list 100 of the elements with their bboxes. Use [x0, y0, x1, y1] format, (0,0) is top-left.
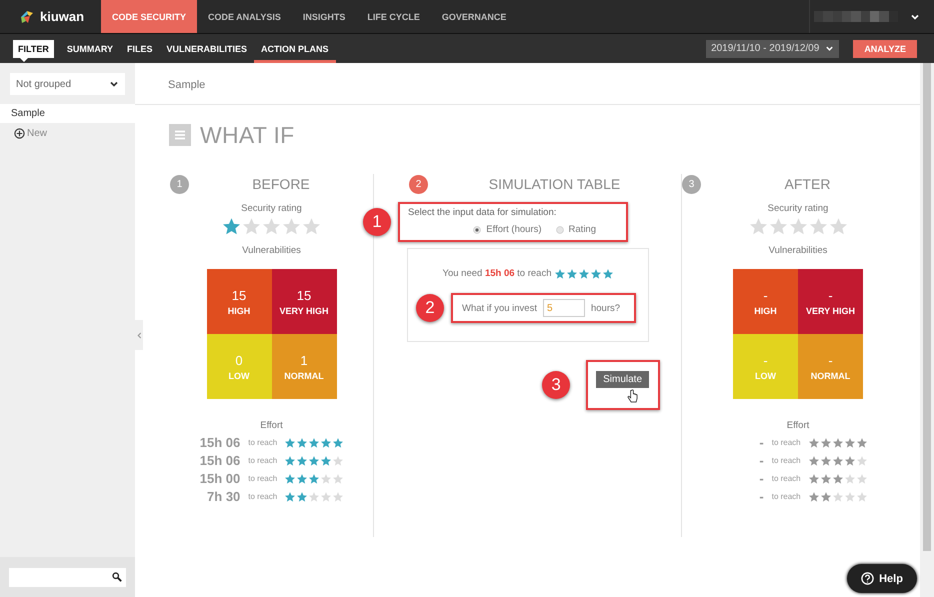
star-icon — [333, 438, 344, 448]
severity-count: - — [763, 352, 768, 368]
sub-nav-tab[interactable]: VULNERABILITIES — [160, 34, 254, 63]
to-reach-label: to reach — [772, 456, 801, 465]
scrollbar-thumb[interactable] — [923, 63, 931, 551]
star-icon — [820, 456, 831, 466]
radio-label[interactable]: Rating — [568, 224, 596, 235]
star-icon — [554, 268, 564, 278]
section-title: AFTER — [784, 176, 832, 192]
to-reach-label: to reach — [772, 492, 801, 501]
step-number: 2 — [409, 174, 428, 194]
breadcrumb-text: Sample — [168, 78, 206, 90]
radio-icon[interactable] — [556, 226, 564, 234]
nav-tab[interactable]: GOVERNANCE — [430, 0, 518, 33]
radio-icon[interactable] — [473, 226, 482, 234]
star-icon — [333, 492, 344, 502]
step-number: 3 — [682, 174, 701, 194]
simulate-button[interactable]: Simulate — [596, 371, 649, 388]
vulnerabilities-label: Vulnerabilities — [242, 245, 301, 256]
star-icon — [309, 456, 320, 466]
to-reach-label: to reach — [248, 492, 278, 501]
star-icon — [590, 268, 600, 278]
star-icon — [309, 474, 320, 484]
rating-label: Security rating — [241, 203, 302, 214]
help-button[interactable]: Help — [847, 564, 917, 593]
hours-label: hours? — [590, 302, 620, 314]
star-icon — [285, 456, 296, 466]
effort-time: - — [759, 471, 764, 486]
star-icon — [297, 438, 308, 448]
question-icon — [861, 572, 874, 585]
effort-time: 7h 30 — [206, 489, 240, 504]
to-reach-label: to reach — [248, 438, 278, 447]
add-circle-icon[interactable] — [14, 128, 25, 139]
search-field[interactable] — [9, 568, 126, 586]
star-icon — [856, 492, 867, 502]
sub-nav-tab[interactable]: SUMMARY — [60, 34, 120, 63]
callout-number: 1 — [363, 208, 391, 236]
vulnerabilities-label: Vulnerabilities — [768, 245, 828, 256]
pointer-icon — [20, 58, 28, 62]
step-number: 1 — [170, 174, 189, 194]
group-select[interactable]: Not grouped — [10, 73, 125, 95]
star-icon — [297, 492, 308, 502]
chevron-down-icon — [109, 79, 119, 89]
star-icon — [820, 474, 831, 484]
chevron-left-icon — [136, 332, 142, 338]
star-icon — [856, 456, 867, 466]
filter-button[interactable]: FILTER — [13, 40, 54, 58]
section-title: SIMULATION TABLE — [488, 176, 622, 192]
menu-icon[interactable] — [169, 124, 191, 146]
star-icon — [856, 438, 867, 448]
search-icon[interactable] — [112, 572, 122, 582]
star-icon — [321, 456, 332, 466]
star-icon — [297, 474, 308, 484]
star-icon — [810, 218, 826, 235]
star-icon — [820, 438, 831, 448]
effort-time: - — [759, 489, 764, 504]
star-icon — [303, 218, 320, 235]
star-icon — [602, 268, 612, 278]
severity-label: HIGH — [754, 306, 777, 316]
star-icon — [844, 456, 855, 466]
nav-tab[interactable]: INSIGHTS — [292, 0, 356, 33]
invest-label: What if you invest — [462, 302, 537, 314]
rating-label: Security rating — [768, 203, 828, 214]
star-icon — [578, 268, 588, 278]
severity-label: VERY HIGH — [279, 306, 328, 316]
star-icon — [820, 492, 831, 502]
star-icon — [750, 218, 766, 235]
star-icon — [832, 492, 843, 502]
sub-nav-tab[interactable]: FILES — [120, 34, 160, 63]
nav-tab[interactable]: CODE ANALYSIS — [197, 0, 292, 33]
star-icon — [566, 268, 576, 278]
star-icon — [808, 492, 819, 502]
star-icon — [844, 474, 855, 484]
star-icon — [285, 474, 296, 484]
severity-label: VERY HIGH — [806, 306, 855, 316]
hand-cursor-icon — [627, 389, 638, 404]
severity-label: NORMAL — [810, 370, 850, 380]
date-range-select[interactable]: 2019/11/10 - 2019/12/09 — [706, 40, 840, 58]
logo-text: kiuwan — [40, 9, 84, 24]
effort-label: Effort — [260, 420, 283, 431]
star-icon — [321, 438, 332, 448]
radio-label[interactable]: Effort (hours) — [486, 224, 542, 235]
chevron-down-icon — [825, 44, 834, 53]
needed-effort-text: You need 15h 06 to reach — [442, 268, 552, 279]
star-icon — [808, 438, 819, 448]
star-icon — [844, 492, 855, 502]
section-title: BEFORE — [251, 176, 311, 192]
collapse-handle[interactable] — [135, 320, 143, 350]
callout-number: 3 — [542, 371, 570, 399]
star-icon — [832, 438, 843, 448]
star-icon — [223, 218, 240, 235]
star-icon — [243, 218, 260, 235]
to-reach-label: to reach — [248, 474, 278, 483]
nav-tab[interactable]: LIFE CYCLE — [356, 0, 431, 33]
severity-label: NORMAL — [284, 370, 324, 380]
logo-icon — [20, 10, 34, 24]
action-plan-item[interactable]: Sample — [0, 104, 135, 123]
severity-count: 1 — [300, 352, 308, 368]
star-icon — [832, 456, 843, 466]
effort-time: - — [759, 453, 764, 468]
